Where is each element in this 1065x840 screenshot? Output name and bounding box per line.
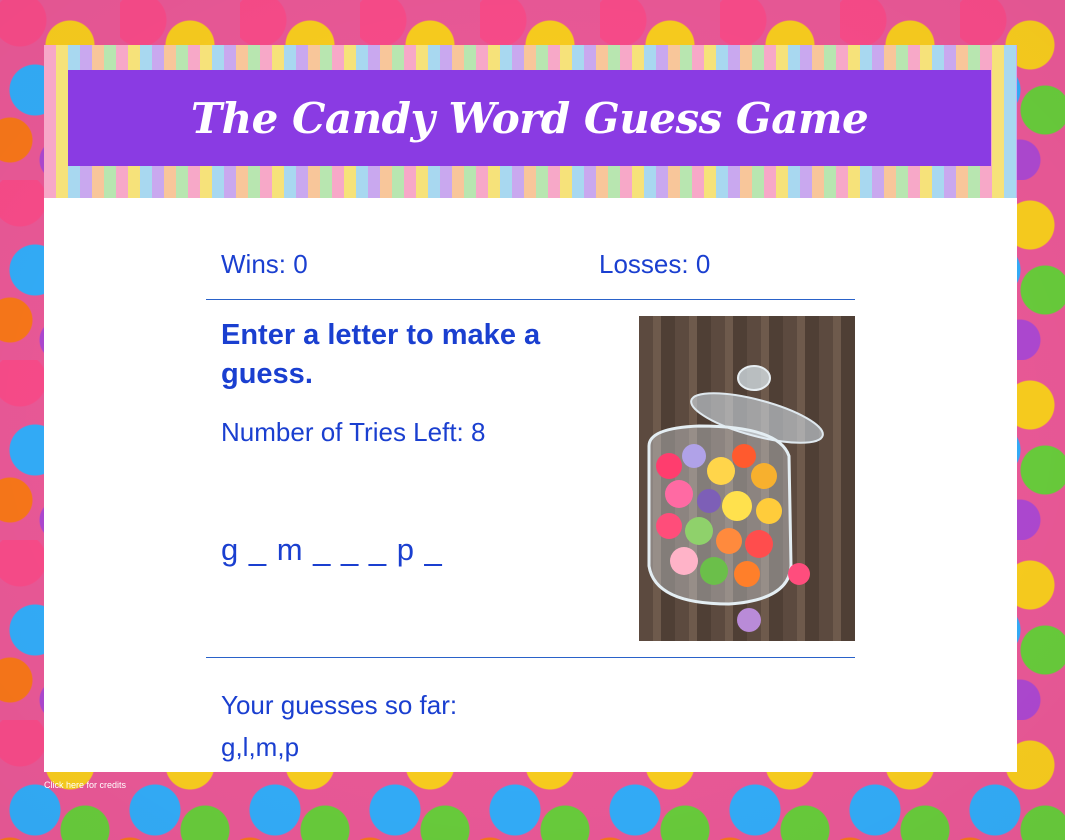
top-divider <box>206 299 855 300</box>
wins-counter: Wins: 0 <box>221 249 308 279</box>
losses-counter: Losses: 0 <box>599 249 711 279</box>
header-banner: The Candy Word Guess Game <box>44 45 1017 198</box>
game-card: The Candy Word Guess Game Wins: 0 Losses… <box>44 45 1017 772</box>
title-bar: The Candy Word Guess Game <box>68 70 991 166</box>
candy-jar-illustration <box>647 365 824 632</box>
guesses-label: Your guesses so far: <box>221 690 458 720</box>
page-title: The Candy Word Guess Game <box>190 93 869 143</box>
credits-link[interactable]: Click here for credits <box>44 780 126 790</box>
candy-jar-image <box>639 316 855 641</box>
bottom-divider <box>206 657 855 658</box>
tries-left: Number of Tries Left: 8 <box>221 417 486 447</box>
word-display: g _ m _ _ _ p _ <box>221 532 443 567</box>
guess-prompt: Enter a letter to make a guess. <box>221 319 541 390</box>
guesses-list: g,l,m,p <box>221 732 300 762</box>
